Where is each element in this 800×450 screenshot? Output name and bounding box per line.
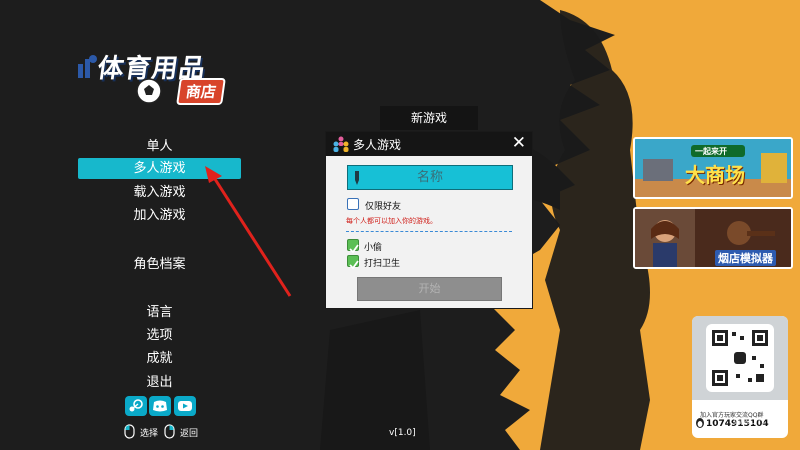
thief-label: 小偷 (364, 243, 383, 253)
game-logo: 体育用品 商店 (78, 44, 248, 114)
close-icon[interactable]: ✕ (512, 134, 526, 152)
name-input[interactable] (348, 166, 512, 189)
steam-icon (129, 399, 143, 412)
multiplayer-dialog: 多人游戏 ✕ 仅限好友 每个人都可以加入你的游戏。 小偷 打扫卫生 开始 (325, 131, 533, 309)
menu-item-options[interactable]: 选项 (78, 325, 241, 346)
menu-item-join-game[interactable]: 加入游戏 (78, 205, 241, 226)
logo-subtitle: 商店 (176, 78, 226, 105)
ad2-text: 烟店模拟器 (715, 250, 776, 266)
menu-item-load-game[interactable]: 载入游戏 (78, 182, 241, 203)
qr-code-panel (692, 316, 788, 400)
ad1-small-text: 一起来开 (695, 147, 727, 156)
friends-only-label: 仅限好友 (365, 202, 402, 212)
steam-button[interactable] (125, 396, 147, 416)
menu-item-language[interactable]: 语言 (78, 302, 241, 323)
thief-checkbox[interactable] (347, 239, 359, 254)
friends-only-checkbox[interactable] (347, 198, 359, 210)
new-game-header: 新游戏 (380, 106, 478, 130)
soccer-ball-icon (136, 78, 162, 104)
mouse-left-click-icon (124, 424, 135, 439)
dashed-divider (346, 231, 512, 232)
version-label: v[1.0] (389, 428, 416, 438)
youtube-button[interactable] (174, 396, 196, 416)
dialog-header: 多人游戏 ✕ (326, 132, 532, 156)
qr-code-icon (706, 324, 774, 392)
start-button[interactable]: 开始 (357, 277, 502, 301)
checkmark-icon (349, 260, 359, 270)
hint-back-label: 返回 (180, 429, 199, 439)
hint-select-label: 选择 (140, 429, 159, 439)
join-warning-text: 每个人都可以加入你的游戏。 (346, 217, 437, 225)
checkmark-icon (349, 244, 359, 254)
cleaning-label: 打扫卫生 (364, 259, 401, 269)
name-field[interactable] (347, 165, 513, 190)
cleaning-checkbox[interactable] (347, 255, 359, 270)
menu-item-character-profile[interactable]: 角色档案 (78, 254, 241, 275)
menu-item-achievements[interactable]: 成就 (78, 348, 241, 369)
pen-icon (355, 171, 359, 185)
ad-banner-mall[interactable]: 一起来开 大商场 (633, 137, 793, 199)
discord-button[interactable] (149, 396, 171, 416)
watermark: WXGH (733, 416, 766, 427)
mouse-right-click-icon (164, 424, 175, 439)
people-group-icon (333, 136, 349, 152)
ad1-big-text: 大商场 (685, 163, 745, 187)
youtube-icon (178, 401, 192, 411)
game-main-menu-screen: 体育用品 商店 单人 多人游戏 载入游戏 加入游戏 角色档案 语言 选项 成就 … (0, 0, 800, 450)
menu-item-single-player[interactable]: 单人 (78, 136, 241, 157)
discord-icon (153, 400, 167, 412)
menu-item-exit[interactable]: 退出 (78, 372, 241, 393)
dialog-title: 多人游戏 (353, 138, 402, 152)
ad-banner-tobacco[interactable]: 烟店模拟器 (633, 207, 793, 269)
menu-item-multiplayer[interactable]: 多人游戏 (78, 158, 241, 179)
